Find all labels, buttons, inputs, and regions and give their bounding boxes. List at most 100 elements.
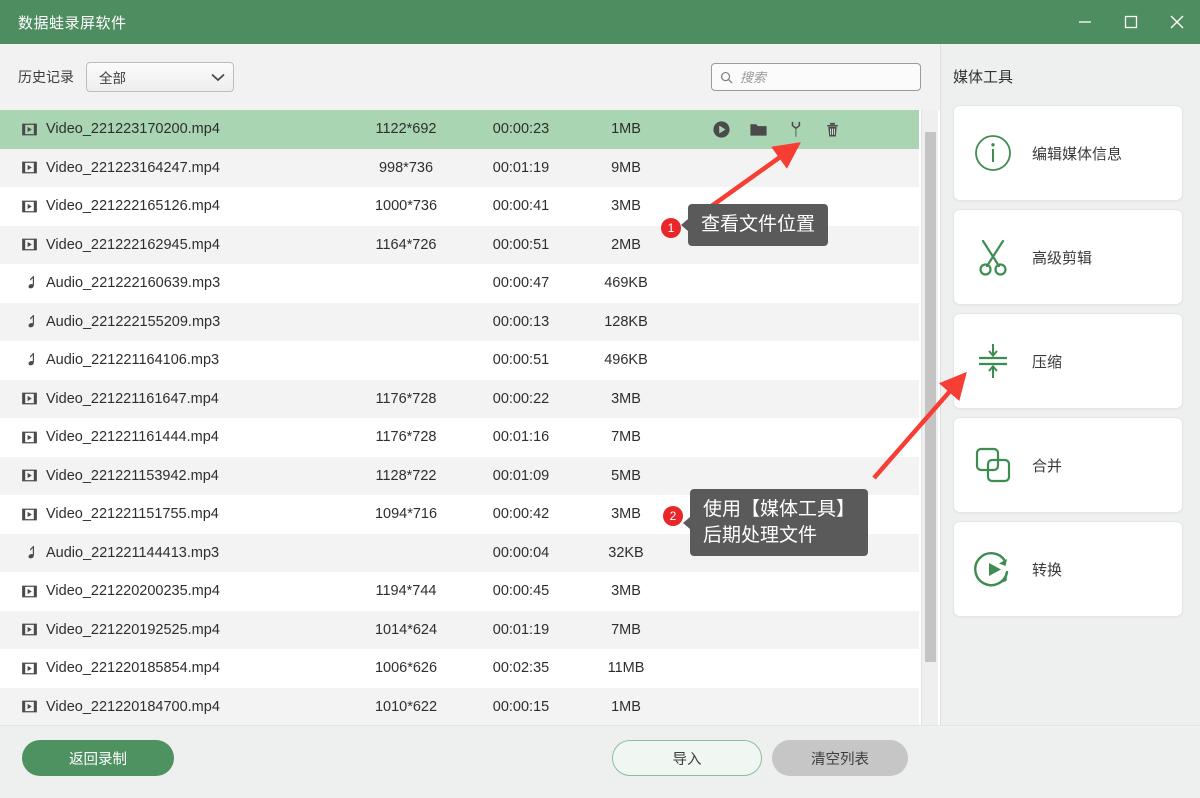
file-size: 3MB <box>611 583 641 600</box>
table-row[interactable]: Video_221220192525.mp4 1014*624 00:01:19 7M… <box>0 610 919 649</box>
scissors-icon <box>979 239 1007 276</box>
file-name: Audio_221222155209.mp3 <box>46 313 221 330</box>
file-list: Video_221223170200.mp4 1122*692 00:00:23 1M… <box>0 110 940 725</box>
history-filter-value: 全部 <box>99 71 126 86</box>
file-duration: 00:00:42 <box>492 506 550 523</box>
file-size: 3MB <box>611 390 641 407</box>
file-duration: 00:00:23 <box>492 121 550 138</box>
media-tools-panel: 媒体工具 编辑媒体信息高级剪辑压缩合并转换 <box>940 44 1200 725</box>
file-duration: 00:00:22 <box>492 390 550 407</box>
file-duration: 00:00:51 <box>492 352 550 369</box>
music-note-icon <box>27 545 34 559</box>
table-row[interactable]: Video_221221161444.mp4 1176*728 00:01:16 7M… <box>0 418 919 457</box>
media-tool-card[interactable]: 转换 <box>953 521 1183 617</box>
file-duration: 00:02:35 <box>492 660 550 677</box>
media-tool-card[interactable]: 压缩 <box>953 313 1183 409</box>
folder-icon[interactable] <box>749 120 768 139</box>
compress-icon <box>979 344 1007 378</box>
search-icon <box>720 71 733 83</box>
file-resolution: 1194*744 <box>375 583 437 600</box>
film-icon <box>21 700 37 713</box>
film-icon <box>21 238 37 251</box>
file-name: Video_221223170200.mp4 <box>46 121 220 138</box>
file-size: 7MB <box>611 621 641 638</box>
music-note-icon <box>12 314 46 330</box>
table-row[interactable]: Video_221223164247.mp4 998*736 00:01:19 9MB <box>0 148 919 187</box>
row-actions <box>676 120 919 139</box>
search-box[interactable] <box>711 63 921 91</box>
file-size: 11MB <box>607 660 645 677</box>
file-list-scrollbar[interactable] <box>921 110 938 725</box>
media-tool-card[interactable]: 合并 <box>953 417 1183 513</box>
scrollbar-thumb[interactable] <box>925 132 936 662</box>
film-icon <box>21 200 37 213</box>
media-tool-card[interactable]: 高级剪辑 <box>953 209 1183 305</box>
file-size: 5MB <box>611 467 641 484</box>
file-duration: 00:00:51 <box>492 236 550 253</box>
file-size: 2MB <box>611 236 641 253</box>
merge-squares-icon <box>954 443 1032 487</box>
maximize-button[interactable] <box>1108 0 1154 44</box>
file-duration: 00:00:47 <box>492 275 550 292</box>
film-icon <box>21 431 37 444</box>
media-tool-label: 高级剪辑 <box>1032 249 1093 267</box>
import-button[interactable]: 导入 <box>612 740 762 776</box>
media-tool-label: 转换 <box>1032 561 1063 579</box>
music-note-icon <box>27 353 34 366</box>
chevron-down-icon <box>211 73 225 81</box>
file-name: Audio_221222160639.mp3 <box>46 275 221 292</box>
film-icon <box>12 584 46 599</box>
film-icon <box>21 392 37 405</box>
table-row[interactable]: Video_221223170200.mp4 1122*692 00:00:23 1M… <box>0 110 919 149</box>
file-name: Audio_221221164106.mp3 <box>46 352 220 369</box>
file-size: 128KB <box>604 313 648 330</box>
media-tools-title: 媒体工具 <box>953 69 1014 86</box>
film-icon <box>12 199 46 214</box>
table-row[interactable]: Video_221221161647.mp4 1176*728 00:00:22 3M… <box>0 379 919 418</box>
wrench-icon[interactable] <box>786 120 805 139</box>
convert-play-icon <box>954 547 1032 591</box>
film-icon <box>21 161 37 174</box>
file-duration: 00:01:19 <box>492 159 550 176</box>
file-resolution: 1000*736 <box>374 198 438 215</box>
table-row[interactable]: Video_221220184700.mp4 1010*622 00:00:15 1M… <box>0 687 919 725</box>
search-input[interactable] <box>740 69 910 85</box>
file-resolution: 998*736 <box>378 159 434 176</box>
music-note-icon <box>27 314 34 328</box>
file-duration: 00:01:16 <box>492 429 550 446</box>
table-row[interactable]: Audio_221221164106.mp3 00:00:51 496KB <box>0 341 919 380</box>
table-row[interactable]: Audio_221222160639.mp3 00:00:47 469KB <box>0 264 919 303</box>
file-name: Video_221221151755.mp4 <box>46 506 219 523</box>
media-tool-label: 压缩 <box>1032 353 1063 371</box>
file-size: 7MB <box>611 429 641 446</box>
title-bar: 数据蛙录屏软件 <box>0 0 1200 44</box>
film-icon <box>12 430 46 445</box>
file-size: 1MB <box>611 698 641 715</box>
file-name: Audio_221221144413.mp3 <box>46 544 220 561</box>
clear-list-button[interactable]: 清空列表 <box>772 740 908 776</box>
table-row[interactable]: Audio_221222155209.mp3 00:00:13 128KB <box>0 302 919 341</box>
minimize-button[interactable] <box>1062 0 1108 44</box>
close-button[interactable] <box>1154 0 1200 44</box>
music-note-icon <box>27 276 34 289</box>
play-icon[interactable] <box>712 120 731 139</box>
file-resolution: 1176*728 <box>375 429 437 446</box>
window-controls <box>1062 0 1200 44</box>
file-duration: 00:01:09 <box>492 467 550 484</box>
bottom-bar: 返回录制 导入 清空列表 <box>0 725 1200 798</box>
film-icon <box>12 122 46 137</box>
history-filter-select[interactable]: 全部 <box>86 62 234 92</box>
file-name: Video_221221161647.mp4 <box>46 390 219 407</box>
file-resolution: 1128*722 <box>375 467 437 484</box>
film-icon <box>12 160 46 175</box>
film-icon <box>12 661 46 676</box>
table-row[interactable]: Video_221220185854.mp4 1006*626 00:02:35 11… <box>0 649 919 688</box>
info-circle-icon <box>975 135 1011 171</box>
file-duration: 00:00:45 <box>492 583 550 600</box>
compress-icon <box>954 339 1032 383</box>
table-row[interactable]: Video_221220200235.mp4 1194*744 00:00:45 3M… <box>0 572 919 611</box>
file-size: 1MB <box>611 121 641 138</box>
media-tool-card[interactable]: 编辑媒体信息 <box>953 105 1183 201</box>
back-to-record-button[interactable]: 返回录制 <box>22 740 174 776</box>
trash-icon[interactable] <box>823 120 842 139</box>
